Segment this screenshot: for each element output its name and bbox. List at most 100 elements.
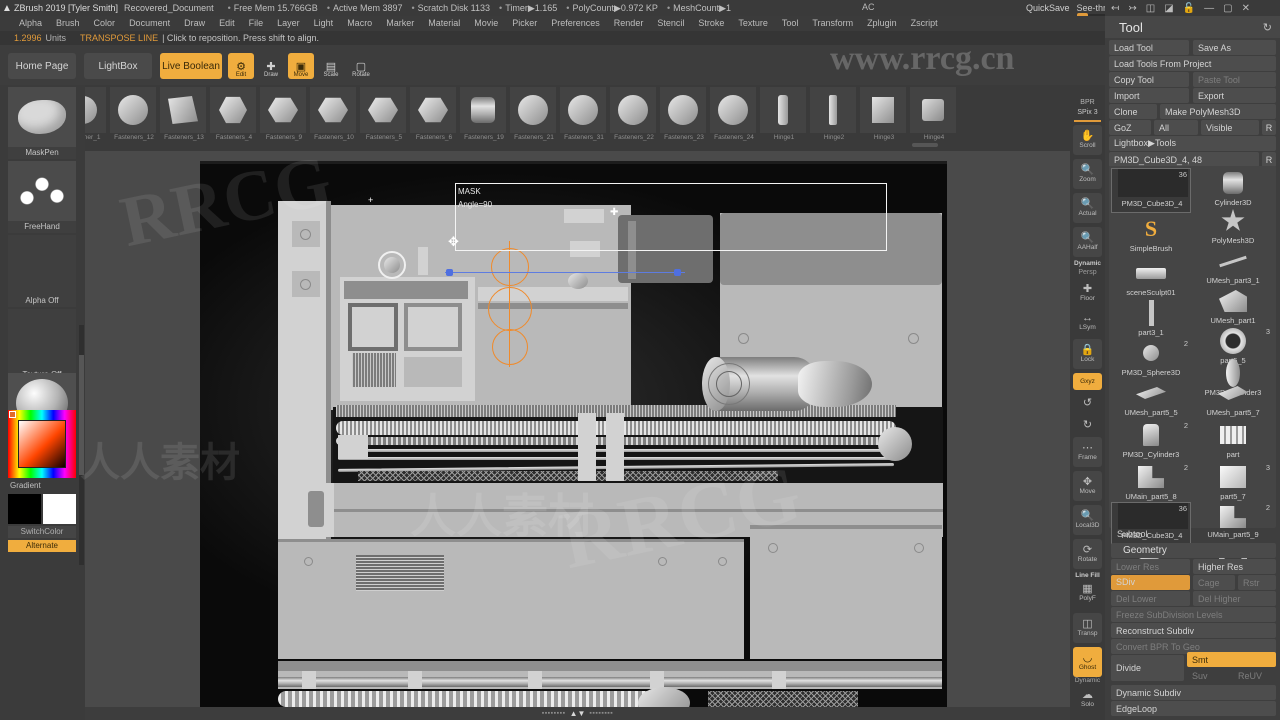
rail-gyz-button[interactable]: ↺ bbox=[1073, 393, 1102, 413]
tool-grid-item-15[interactable]: 2 UMain_part5_8 bbox=[1111, 462, 1191, 507]
rail-lsym-button[interactable]: ↔ LSym bbox=[1073, 309, 1102, 335]
tool-grid-item-18[interactable]: 2 UMain_part5_9 bbox=[1193, 502, 1273, 547]
rail-ghost-button[interactable]: ◡ Ghost bbox=[1073, 647, 1102, 677]
thumb-item-10[interactable]: Fasteners_31 bbox=[560, 87, 608, 149]
spix-slider[interactable] bbox=[1074, 120, 1101, 122]
minimize-icon[interactable]: — bbox=[1204, 3, 1214, 14]
thumb-item-14[interactable]: Hinge1 bbox=[760, 87, 808, 149]
viewport[interactable]: MASK Angle=90 ✥ ✚ + bbox=[200, 161, 947, 707]
menu-layer[interactable]: Layer bbox=[270, 16, 307, 31]
thumb-item-13[interactable]: Fasteners_24 bbox=[710, 87, 758, 149]
current-brush[interactable]: MaskPen bbox=[8, 87, 76, 159]
tool-grid-item-11[interactable]: UMesh_part5_5 bbox=[1111, 378, 1191, 423]
import-button[interactable]: Import bbox=[1109, 88, 1189, 103]
geometry-section-title[interactable]: Geometry bbox=[1111, 543, 1276, 558]
menu-document[interactable]: Document bbox=[122, 16, 177, 31]
restore-icon[interactable]: ▢ bbox=[1223, 3, 1232, 14]
goz-r-button[interactable]: R bbox=[1262, 120, 1276, 135]
move-button[interactable]: ▣ Move bbox=[288, 53, 314, 79]
quicksave-button[interactable]: QuickSave bbox=[1026, 3, 1070, 13]
menu-picker[interactable]: Picker bbox=[505, 16, 544, 31]
thumb-item-5[interactable]: Fasteners_10 bbox=[310, 87, 358, 149]
bpr-button[interactable]: BPR bbox=[1073, 99, 1102, 106]
thumb-item-8[interactable]: Fasteners_19 bbox=[460, 87, 508, 149]
rail-solo-button[interactable]: ☁ Solo bbox=[1073, 685, 1102, 713]
rail-aahalf-button[interactable]: 🔍 AAHalf bbox=[1073, 227, 1102, 257]
clone-button[interactable]: Clone bbox=[1109, 104, 1157, 119]
menu-brush[interactable]: Brush bbox=[49, 16, 87, 31]
rail-move-button[interactable]: ✥ Move bbox=[1073, 471, 1102, 501]
load-tools-from-project-button[interactable]: Load Tools From Project bbox=[1109, 56, 1276, 71]
thumb-item-15[interactable]: Hinge2 bbox=[810, 87, 858, 149]
bottom-bar-handle-left[interactable]: ▪▪▪▪▪▪▪▪ bbox=[542, 710, 566, 717]
dynamic-subdiv-button[interactable]: Dynamic Subdiv bbox=[1111, 685, 1276, 700]
tool-grid-item-14[interactable]: part bbox=[1193, 420, 1273, 465]
live-boolean-button[interactable]: Live Boolean bbox=[160, 53, 222, 79]
copy-tool-button[interactable]: Copy Tool bbox=[1109, 72, 1189, 87]
edit-button[interactable]: ⚙ Edit bbox=[228, 53, 254, 79]
gradient-label[interactable]: Gradient bbox=[8, 480, 76, 492]
tool-grid-item-12[interactable]: UMesh_part5_7 bbox=[1193, 378, 1273, 423]
group-right-icon[interactable]: ◪ bbox=[1164, 3, 1173, 14]
secondary-color-swatch[interactable] bbox=[43, 494, 76, 524]
reuv-button[interactable]: ReUV bbox=[1233, 668, 1276, 683]
scale-button[interactable]: ▤ Scale bbox=[318, 53, 344, 79]
rail-transp-button[interactable]: ◫ Transp bbox=[1073, 613, 1102, 643]
menu-light[interactable]: Light bbox=[307, 16, 341, 31]
current-stroke[interactable]: FreeHand bbox=[8, 161, 76, 233]
tool-grid-item-7[interactable]: part3_1 bbox=[1111, 298, 1191, 343]
load-tool-button[interactable]: Load Tool bbox=[1109, 40, 1189, 55]
cage-button[interactable]: Cage bbox=[1193, 575, 1235, 590]
menu-stencil[interactable]: Stencil bbox=[650, 16, 691, 31]
menu-tool[interactable]: Tool bbox=[775, 16, 806, 31]
menu-macro[interactable]: Macro bbox=[340, 16, 379, 31]
bottom-bar-handle-right[interactable]: ▪▪▪▪▪▪▪▪ bbox=[589, 710, 613, 717]
tool-grid-item-4[interactable]: UMesh_part3_1 bbox=[1193, 246, 1273, 291]
thumb-item-7[interactable]: Fasteners_6 bbox=[410, 87, 458, 149]
smt-button[interactable]: Smt bbox=[1187, 652, 1276, 667]
current-texture[interactable]: Texture Off bbox=[8, 309, 76, 381]
goz-button[interactable]: GoZ bbox=[1109, 120, 1151, 135]
menu-transform[interactable]: Transform bbox=[805, 16, 860, 31]
thumb-item-9[interactable]: Fasteners_21 bbox=[510, 87, 558, 149]
rail-scroll-button[interactable]: ✋ Scroll bbox=[1073, 125, 1102, 155]
menu-zscript[interactable]: Zscript bbox=[904, 16, 945, 31]
left-sidebar-scrollbar-thumb[interactable] bbox=[79, 355, 84, 475]
del-lower-button[interactable]: Del Lower bbox=[1111, 591, 1190, 606]
color-picker-gradient[interactable] bbox=[18, 420, 66, 468]
divide-button[interactable]: Divide bbox=[1111, 655, 1184, 681]
toolstrip-scrollbar[interactable] bbox=[912, 143, 938, 147]
edgeloop-button[interactable]: EdgeLoop bbox=[1111, 701, 1276, 716]
menu-render[interactable]: Render bbox=[607, 16, 651, 31]
paste-tool-button[interactable]: Paste Tool bbox=[1193, 72, 1276, 87]
rail-floor-button[interactable]: ✚ Floor bbox=[1073, 281, 1102, 305]
refresh-icon[interactable]: ↻ bbox=[1263, 21, 1272, 34]
thumb-item-4[interactable]: Fasteners_9 bbox=[260, 87, 308, 149]
dock-right-icon[interactable]: ↣ bbox=[1128, 3, 1136, 14]
tool-grid-item-3[interactable]: S SimpleBrush bbox=[1111, 214, 1191, 259]
menu-color[interactable]: Color bbox=[87, 16, 123, 31]
tool-grid-item-6[interactable]: UMesh_part1 bbox=[1193, 286, 1273, 331]
thumb-item-1[interactable]: Fasteners_12 bbox=[110, 87, 158, 149]
tool-thumbnail-strip[interactable]: Fastener_1 Fasteners_12 Fasteners_13 Fas… bbox=[0, 85, 1070, 151]
menu-alpha[interactable]: Alpha bbox=[12, 16, 49, 31]
tool-grid-item-2[interactable]: PolyMesh3D bbox=[1193, 206, 1273, 251]
bottom-bar-expand-icon[interactable]: ▲▼ bbox=[570, 709, 586, 718]
subtool-section-title[interactable]: Subtool bbox=[1117, 529, 1148, 539]
sdiv-slider[interactable]: SDiv bbox=[1111, 575, 1190, 590]
lock-icon[interactable]: 🔓 bbox=[1183, 3, 1195, 14]
menu-file[interactable]: File bbox=[242, 16, 271, 31]
thumb-item-11[interactable]: Fasteners_22 bbox=[610, 87, 658, 149]
spix-button[interactable]: SPix 3 bbox=[1073, 109, 1102, 116]
persp-button[interactable]: Persp bbox=[1073, 269, 1102, 276]
tool-grid-item-5[interactable]: sceneSculpt01 bbox=[1111, 258, 1191, 303]
lightbox-button[interactable]: LightBox bbox=[84, 53, 152, 79]
rotate-button[interactable]: ▢ Rotate bbox=[348, 53, 374, 79]
lightbox-tools-button[interactable]: Lightbox▶Tools bbox=[1109, 136, 1276, 151]
rail-actual-button[interactable]: 🔍 Actual bbox=[1073, 193, 1102, 223]
menu-preferences[interactable]: Preferences bbox=[544, 16, 607, 31]
menu-zplugin[interactable]: Zplugin bbox=[860, 16, 904, 31]
home-page-button[interactable]: Home Page bbox=[8, 53, 76, 79]
rstr-button[interactable]: Rstr bbox=[1238, 575, 1276, 590]
dock-left-icon[interactable]: ↤ bbox=[1111, 3, 1119, 14]
